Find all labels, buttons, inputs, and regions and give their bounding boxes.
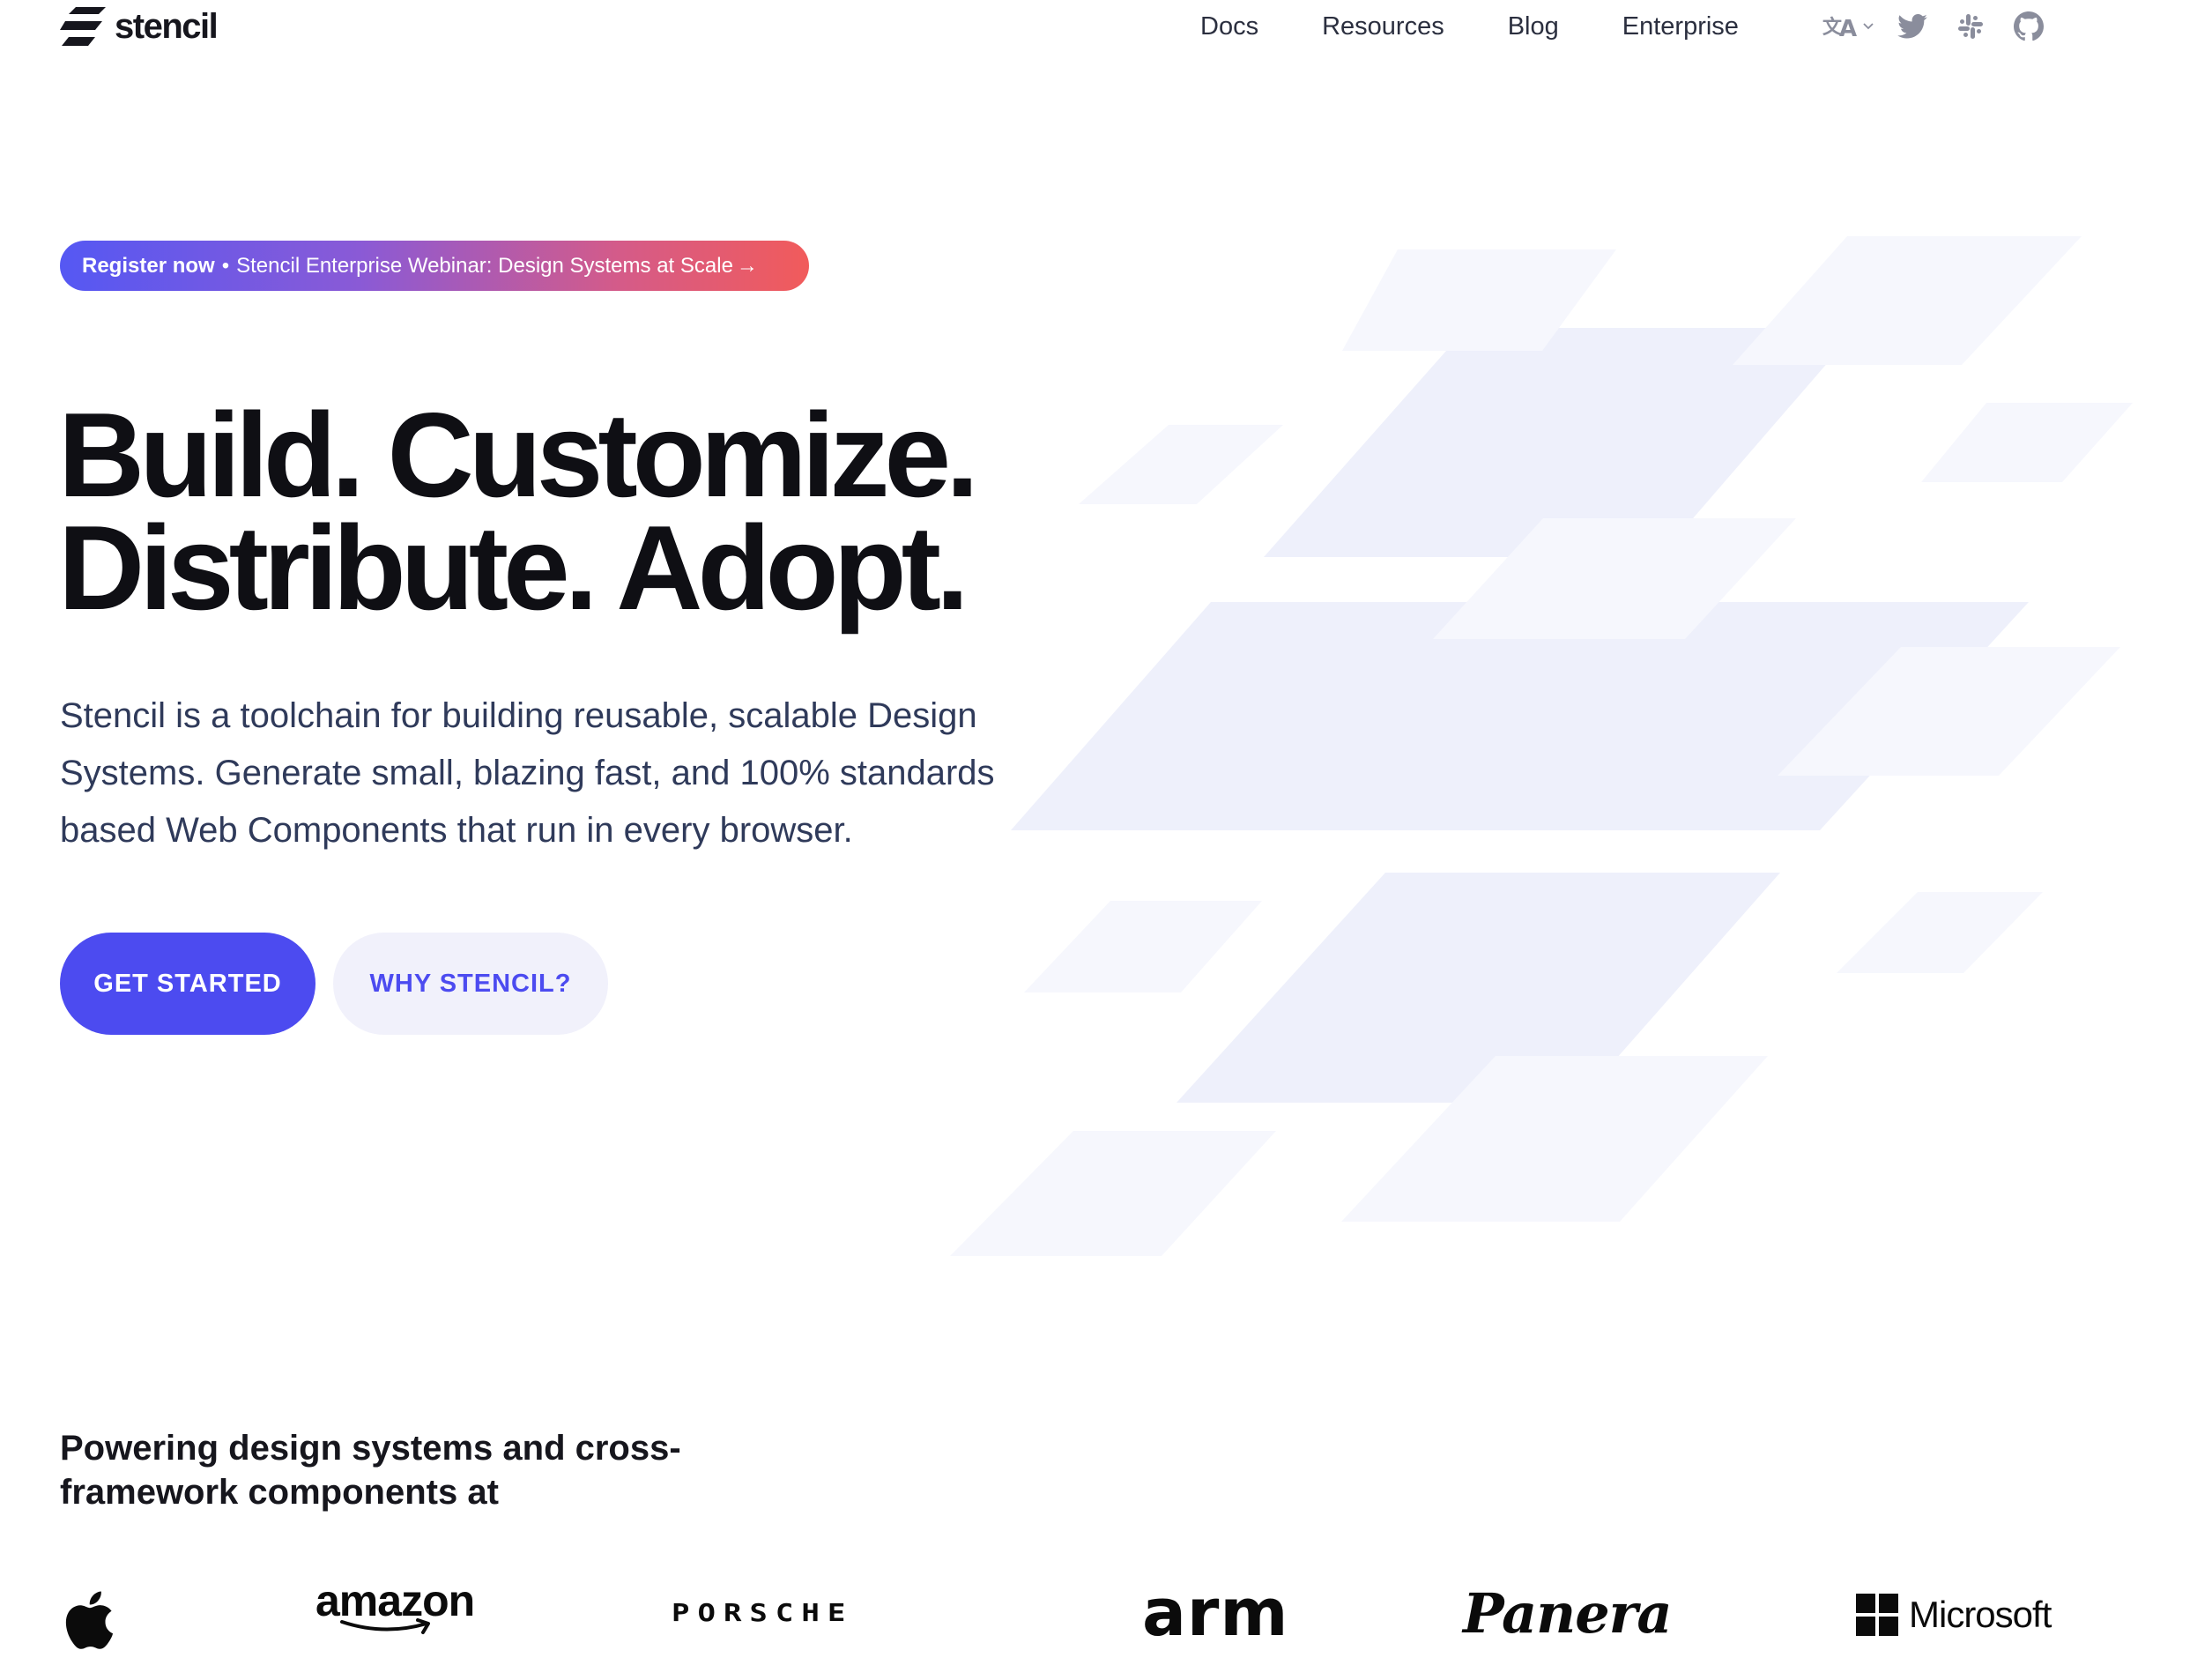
translate-icon: 文 A: [1822, 11, 1861, 43]
nav-link-docs[interactable]: Docs: [1200, 9, 1258, 44]
language-selector[interactable]: 文 A: [1822, 11, 1874, 43]
nav-icons: 文 A: [1822, 9, 2069, 44]
get-started-button[interactable]: GET STARTED: [60, 933, 315, 1035]
stencil-logo-icon: [60, 7, 106, 46]
hero-headline: Build. Customize. Distribute. Adopt.: [58, 388, 979, 635]
amazon-logo: amazon: [315, 1576, 475, 1636]
why-stencil-button[interactable]: WHY STENCIL?: [333, 933, 608, 1035]
microsoft-windows-icon: [1856, 1594, 1898, 1636]
apple-logo-icon: [60, 1587, 115, 1654]
twitter-icon[interactable]: [1895, 9, 1930, 44]
webinar-banner[interactable]: Register now • Stencil Enterprise Webina…: [60, 241, 809, 291]
banner-separator: •: [221, 253, 230, 278]
microsoft-wordmark: Microsoft: [1909, 1594, 2052, 1635]
arrow-right-icon: →: [736, 253, 758, 278]
panera-logo: Panera: [1463, 1581, 1672, 1646]
banner-cta-label: Register now: [82, 253, 215, 278]
customer-logos: amazon PORSCHE arm Panera Microsoft: [0, 1569, 2212, 1675]
nav-link-blog[interactable]: Blog: [1508, 9, 1559, 44]
top-nav: stencil Docs Resources Blog Enterprise 文…: [0, 0, 2212, 55]
logo-text: stencil: [115, 7, 219, 46]
amazon-smile-icon: [340, 1618, 430, 1634]
nav-link-enterprise[interactable]: Enterprise: [1622, 9, 1739, 44]
stencil-logo[interactable]: stencil: [60, 5, 219, 48]
slack-icon[interactable]: [1953, 9, 1988, 44]
headline-line-1: Build. Customize.: [58, 388, 979, 522]
svg-text:A: A: [1839, 16, 1857, 39]
github-icon[interactable]: [2011, 9, 2046, 44]
porsche-logo: PORSCHE: [672, 1599, 854, 1627]
chevron-down-icon: [1863, 19, 1874, 34]
nav-links: Docs Resources Blog Enterprise: [1200, 9, 1802, 44]
arm-logo: arm: [1142, 1575, 1289, 1651]
microsoft-logo: Microsoft: [1856, 1594, 2052, 1636]
headline-line-2: Distribute. Adopt.: [58, 501, 969, 635]
banner-text: Stencil Enterprise Webinar: Design Syste…: [236, 253, 733, 278]
logos-section-title: Powering design systems and cross-framew…: [60, 1429, 681, 1512]
hero-description: Stencil is a toolchain for building reus…: [60, 696, 995, 850]
nav-link-resources[interactable]: Resources: [1322, 9, 1444, 44]
